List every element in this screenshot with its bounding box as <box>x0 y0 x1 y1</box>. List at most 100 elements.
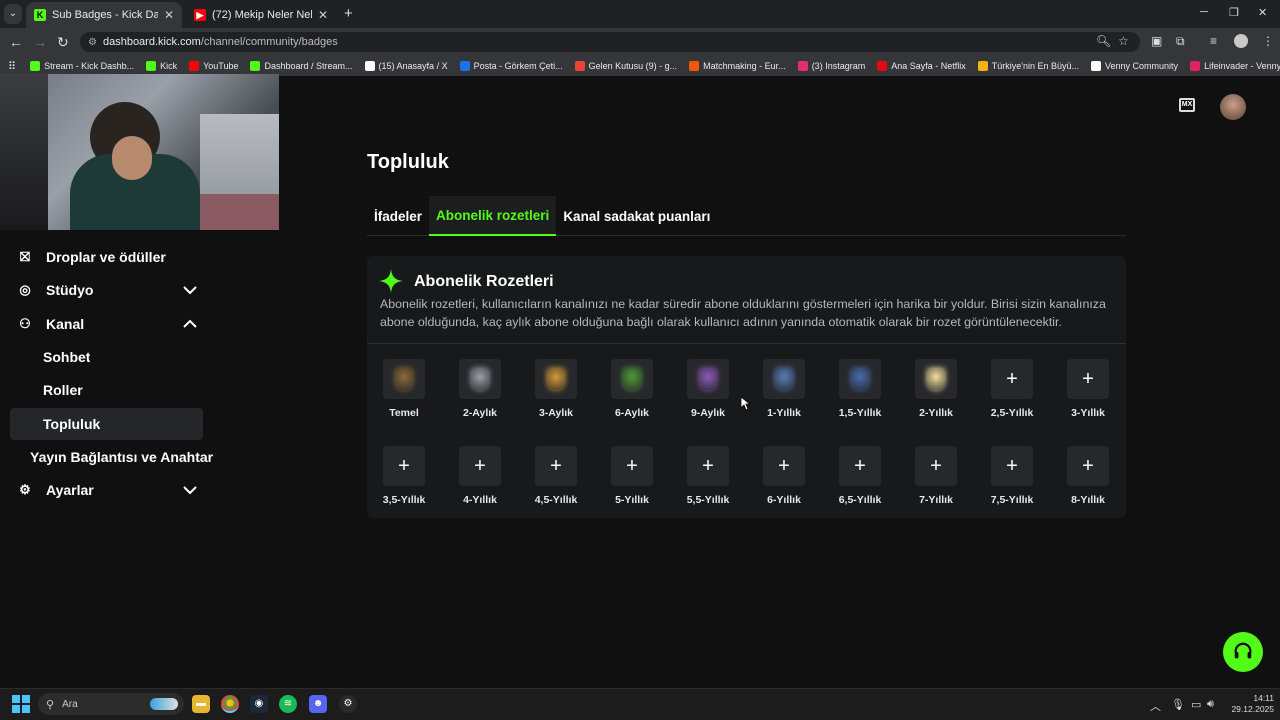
site-info-icon[interactable]: ⚙ <box>88 37 97 48</box>
bookmark-item[interactable]: Matchmaking - Eur... <box>689 61 786 71</box>
close-tab-icon[interactable]: ✕ <box>318 8 328 22</box>
add-badge-button[interactable]: + <box>459 446 501 486</box>
display-icon[interactable]: ▭ <box>1191 698 1201 711</box>
badge-image[interactable] <box>459 359 501 399</box>
browser-tab[interactable]: ▶ (72) Mekip Neler Neler 32.bölü ✕ <box>186 2 336 28</box>
profile-avatar-icon[interactable] <box>1234 34 1248 48</box>
badge-slot[interactable]: 2-Aylık <box>450 359 510 419</box>
address-bar[interactable]: ⚙ dashboard.kick.com/channel/community/b… <box>80 32 1140 52</box>
badge-slot-empty[interactable]: +6-Yıllık <box>754 446 814 506</box>
badge-slot-empty[interactable]: +6,5-Yıllık <box>830 446 890 506</box>
bookmark-item[interactable]: Venny Community <box>1091 61 1178 71</box>
badge-slot-empty[interactable]: +3-Yıllık <box>1058 359 1118 419</box>
badge-slot-empty[interactable]: +7-Yıllık <box>906 446 966 506</box>
sidebar-item-6[interactable]: Topluluk <box>10 408 203 440</box>
media-control-icon[interactable]: ≡ <box>1210 34 1217 48</box>
tab-search-icon[interactable]: ⌄ <box>4 4 22 24</box>
badge-slot-empty[interactable]: +8-Yıllık <box>1058 446 1118 506</box>
creator-tools-icon[interactable]: MX <box>1179 98 1195 112</box>
sidebar-item-8[interactable]: ⚙ Ayarlar <box>10 474 203 506</box>
badge-slot[interactable]: 1-Yıllık <box>754 359 814 419</box>
bookmark-item[interactable]: Lifeinvader - VennyV <box>1190 61 1280 71</box>
bookmark-item[interactable]: Stream - Kick Dashb... <box>30 61 134 71</box>
badge-slot-empty[interactable]: +4,5-Yıllık <box>526 446 586 506</box>
bookmark-item[interactable]: Kick <box>146 61 177 71</box>
taskbar-clock[interactable]: 14:11 29.12.2025 <box>1224 693 1274 715</box>
discord-icon[interactable]: ☻ <box>309 695 327 713</box>
add-badge-button[interactable]: + <box>839 446 881 486</box>
microphone-icon[interactable]: 🎙︎ <box>1171 698 1185 711</box>
add-badge-button[interactable]: + <box>687 446 729 486</box>
badge-slot[interactable]: 1,5-Yıllık <box>830 359 890 419</box>
apps-grid-icon[interactable]: ⠿ <box>8 60 16 73</box>
badge-slot-empty[interactable]: +2,5-Yıllık <box>982 359 1042 419</box>
add-badge-button[interactable]: + <box>991 359 1033 399</box>
browser-tab-active[interactable]: K Sub Badges - Kick Dashboard ✕ <box>26 2 182 28</box>
badge-slot-empty[interactable]: +7,5-Yıllık <box>982 446 1042 506</box>
close-tab-icon[interactable]: ✕ <box>164 8 174 22</box>
sidebar-item-2[interactable]: ◎ Stüdyo <box>10 274 203 306</box>
add-badge-button[interactable]: + <box>1067 359 1109 399</box>
bookmark-item[interactable]: Posta - Görkem Çeti... <box>459 61 563 71</box>
windows-start-icon[interactable] <box>12 695 30 713</box>
add-badge-button[interactable]: + <box>915 446 957 486</box>
close-window-icon[interactable]: ✕ <box>1258 6 1267 19</box>
badge-slot-empty[interactable]: +5-Yıllık <box>602 446 662 506</box>
extensions-puzzle-icon[interactable]: ⧉ <box>1176 34 1185 49</box>
extension-icon[interactable]: ▣ <box>1151 34 1162 48</box>
add-badge-button[interactable]: + <box>611 446 653 486</box>
bookmark-item[interactable]: Gelen Kutusu (9) - g... <box>574 61 677 71</box>
settings-app-icon[interactable]: ⚙ <box>339 695 357 713</box>
volume-icon[interactable]: 🔊︎ <box>1207 698 1214 711</box>
badge-image[interactable] <box>839 359 881 399</box>
forward-icon[interactable]: → <box>33 34 47 50</box>
menu-kebab-icon[interactable]: ⋮ <box>1262 34 1274 48</box>
add-badge-button[interactable]: + <box>763 446 805 486</box>
badge-slot-empty[interactable]: +3,5-Yıllık <box>374 446 434 506</box>
badge-image[interactable] <box>687 359 729 399</box>
tray-chevron-icon[interactable]: ︿ <box>1150 698 1161 714</box>
bookmark-item[interactable]: Dashboard / Stream... <box>250 61 353 71</box>
add-badge-button[interactable]: + <box>991 446 1033 486</box>
bookmark-item[interactable]: YouTube <box>189 61 238 71</box>
add-badge-button[interactable]: + <box>1067 446 1109 486</box>
add-badge-button[interactable]: + <box>535 446 577 486</box>
badge-slot[interactable]: 6-Aylık <box>602 359 662 419</box>
bookmark-item[interactable]: Ana Sayfa - Netflix <box>877 61 966 71</box>
badge-slot-empty[interactable]: +4-Yıllık <box>450 446 510 506</box>
zoom-icon[interactable]: 🔍︎ <box>1096 34 1111 48</box>
chevron-up-icon[interactable] <box>183 316 197 332</box>
chevron-down-icon[interactable] <box>183 482 197 498</box>
badge-image[interactable] <box>611 359 653 399</box>
sidebar-item-5[interactable]: Roller <box>10 374 203 406</box>
badge-slot[interactable]: 3-Aylık <box>526 359 586 419</box>
badge-slot[interactable]: 2-Yıllık <box>906 359 966 419</box>
restore-icon[interactable]: ❐ <box>1229 6 1239 19</box>
bookmark-star-icon[interactable]: ☆ <box>1118 34 1129 48</box>
user-avatar[interactable] <box>1220 94 1246 120</box>
support-headset-button[interactable] <box>1223 632 1263 672</box>
chrome-icon[interactable] <box>221 695 239 713</box>
bookmark-item[interactable]: (3) Instagram <box>797 61 865 71</box>
back-icon[interactable]: ← <box>9 34 23 50</box>
badge-image[interactable] <box>535 359 577 399</box>
tab-channel-points[interactable]: Kanal sadakat puanları <box>556 196 717 236</box>
reload-icon[interactable]: ↻ <box>57 34 69 51</box>
spotify-icon[interactable]: ≋ <box>279 695 297 713</box>
taskbar-search[interactable]: ⚲ Ara <box>38 693 184 715</box>
sidebar-item-4[interactable]: Sohbet <box>10 341 203 373</box>
minimize-icon[interactable]: ─ <box>1200 6 1208 18</box>
tab-sub-badges[interactable]: Abonelik rozetleri <box>429 196 557 236</box>
chevron-down-icon[interactable] <box>183 282 197 298</box>
badge-slot[interactable]: 9-Aylık <box>678 359 738 419</box>
sidebar-item-1[interactable]: ⛝ Droplar ve ödüller <box>10 241 203 273</box>
badge-image[interactable] <box>763 359 805 399</box>
add-badge-button[interactable]: + <box>383 446 425 486</box>
new-tab-icon[interactable]: + <box>344 5 353 22</box>
bookmark-item[interactable]: Türkiye'nin En Büyü... <box>977 61 1079 71</box>
sidebar-item-7[interactable]: Yayın Bağlantısı ve Anahtar <box>10 441 215 473</box>
sidebar-item-3[interactable]: ⚇ Kanal <box>10 308 203 340</box>
tab-emotes[interactable]: İfadeler <box>367 196 429 236</box>
bookmark-item[interactable]: (15) Anasayfa / X <box>364 61 448 71</box>
badge-image[interactable] <box>915 359 957 399</box>
